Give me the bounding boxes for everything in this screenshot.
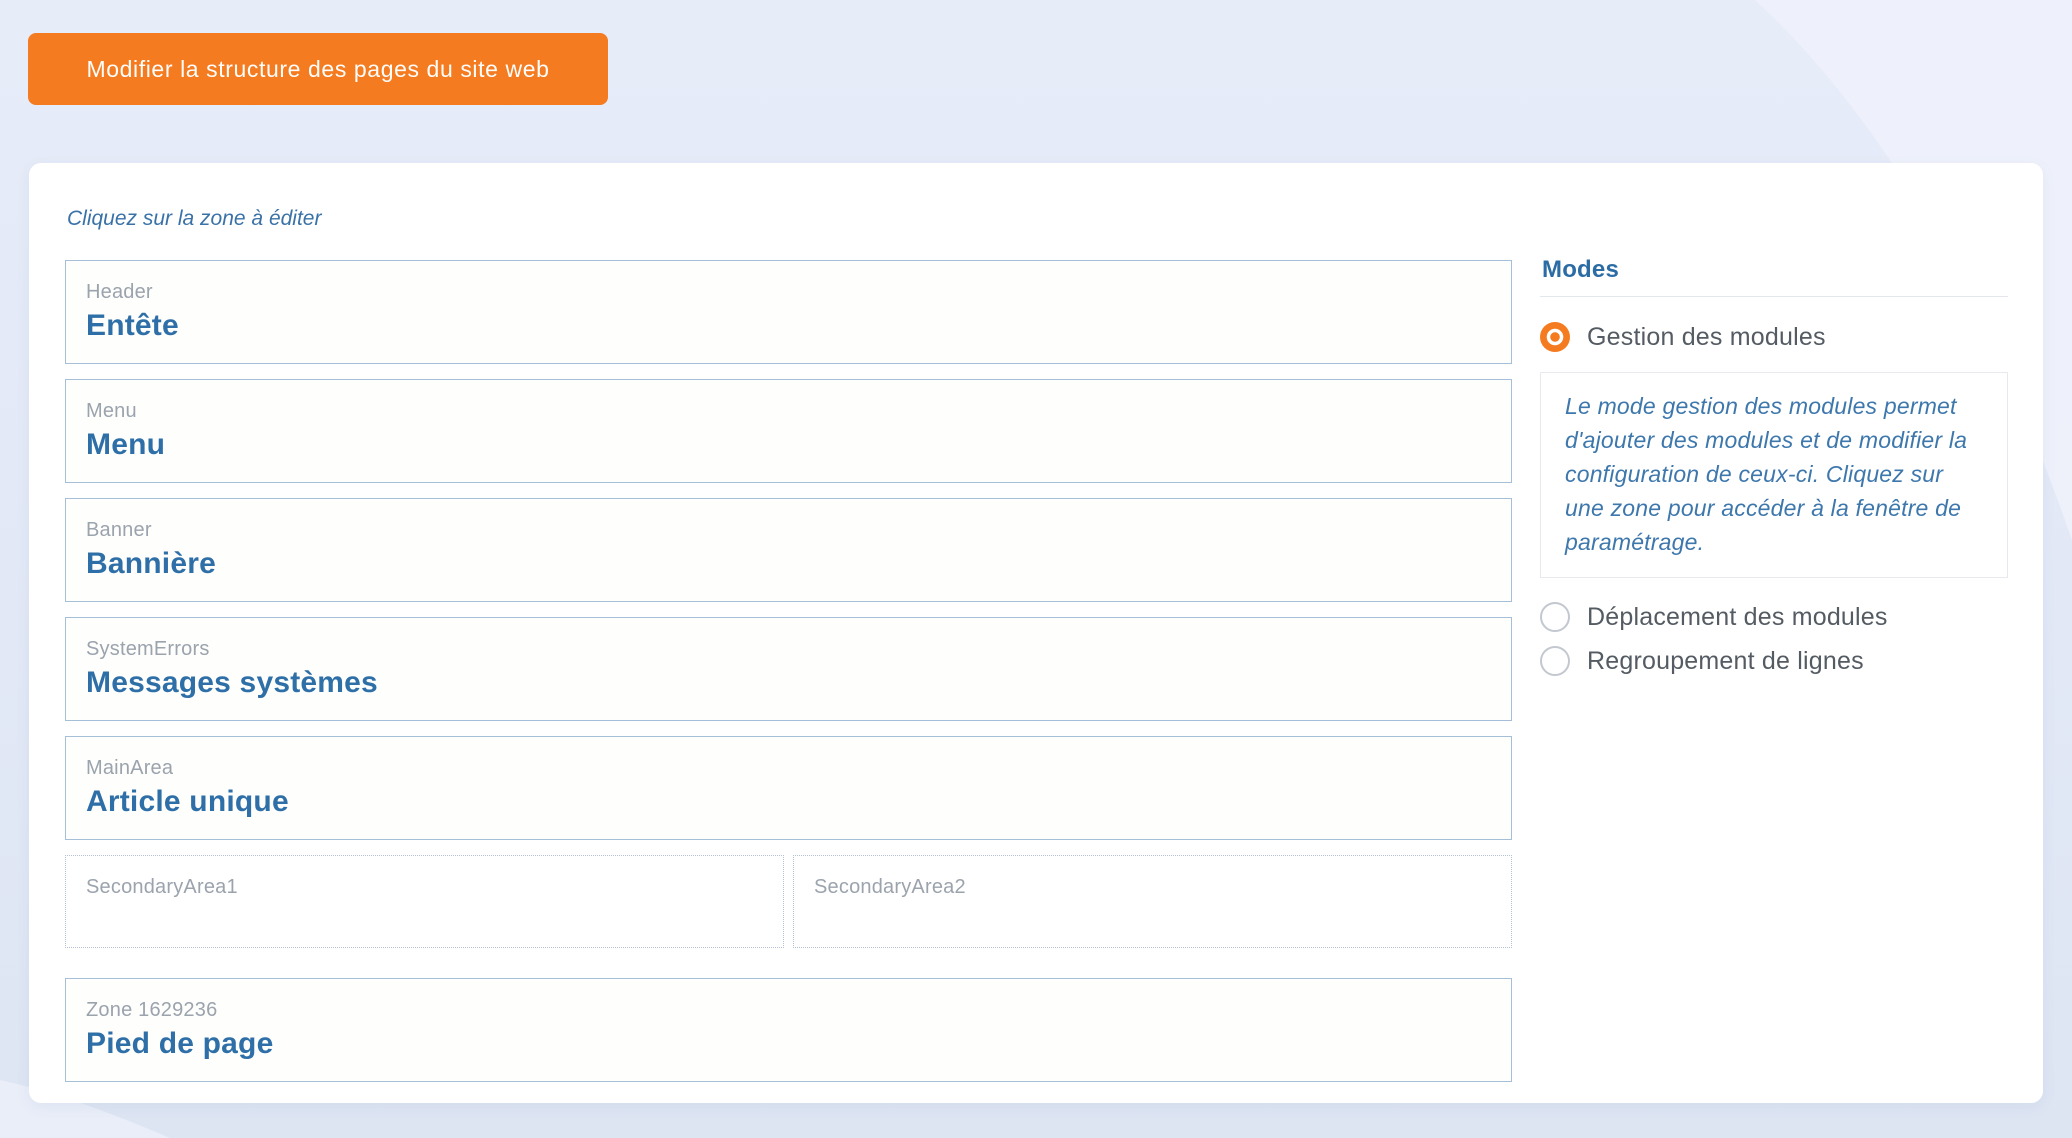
- zone-code: Header: [86, 281, 1491, 304]
- edit-structure-button[interactable]: Modifier la structure des pages du site …: [28, 33, 608, 105]
- zone-secondary-area-2[interactable]: SecondaryArea2: [793, 855, 1512, 948]
- zone-code: SystemErrors: [86, 638, 1491, 661]
- editor-layout: Header Entête Menu Menu Banner Bannière …: [65, 260, 2008, 1082]
- zone-secondary-area-1[interactable]: SecondaryArea1: [65, 855, 784, 948]
- mode-option-deplacement-des-modules[interactable]: Déplacement des modules: [1540, 602, 2008, 632]
- editor-card: Cliquez sur la zone à éditer Header Entê…: [29, 163, 2043, 1103]
- radio-selected-icon[interactable]: [1540, 322, 1570, 352]
- radio-unselected-icon[interactable]: [1540, 646, 1570, 676]
- zones-column: Header Entête Menu Menu Banner Bannière …: [65, 260, 1512, 1082]
- zone-header[interactable]: Header Entête: [65, 260, 1512, 364]
- instruction-text: Cliquez sur la zone à éditer: [67, 207, 2008, 231]
- zone-title: Article unique: [86, 785, 1491, 819]
- zone-title: Messages systèmes: [86, 666, 1491, 700]
- mode-option-gestion-des-modules[interactable]: Gestion des modules: [1540, 322, 2008, 352]
- zone-code: Zone 1629236: [86, 999, 1491, 1022]
- modes-divider: [1540, 296, 2008, 297]
- zone-main-area[interactable]: MainArea Article unique: [65, 736, 1512, 840]
- zone-banner[interactable]: Banner Bannière: [65, 498, 1512, 602]
- mode-option-label: Gestion des modules: [1587, 323, 1826, 352]
- zone-code: SecondaryArea2: [814, 876, 1491, 899]
- secondary-areas-row: SecondaryArea1 SecondaryArea2: [65, 855, 1512, 963]
- zone-title: Entête: [86, 309, 1491, 343]
- zone-menu[interactable]: Menu Menu: [65, 379, 1512, 483]
- zone-code: Banner: [86, 519, 1491, 542]
- zone-code: Menu: [86, 400, 1491, 423]
- zone-title: Pied de page: [86, 1027, 1491, 1061]
- radio-unselected-icon[interactable]: [1540, 602, 1570, 632]
- zone-title: Menu: [86, 428, 1491, 462]
- zone-code: SecondaryArea1: [86, 876, 763, 899]
- mode-option-label: Regroupement de lignes: [1587, 647, 1864, 676]
- zone-title: Bannière: [86, 547, 1491, 581]
- modes-heading: Modes: [1542, 256, 2008, 284]
- page-structure-editor-screen: Modifier la structure des pages du site …: [0, 0, 2072, 1138]
- zone-system-errors[interactable]: SystemErrors Messages systèmes: [65, 617, 1512, 721]
- zone-code: MainArea: [86, 757, 1491, 780]
- mode-option-regroupement-de-lignes[interactable]: Regroupement de lignes: [1540, 646, 2008, 676]
- mode-description: Le mode gestion des modules permet d'ajo…: [1540, 372, 2008, 578]
- mode-option-label: Déplacement des modules: [1587, 603, 1888, 632]
- zone-footer[interactable]: Zone 1629236 Pied de page: [65, 978, 1512, 1082]
- modes-panel: Modes Gestion des modules Le mode gestio…: [1540, 260, 2008, 690]
